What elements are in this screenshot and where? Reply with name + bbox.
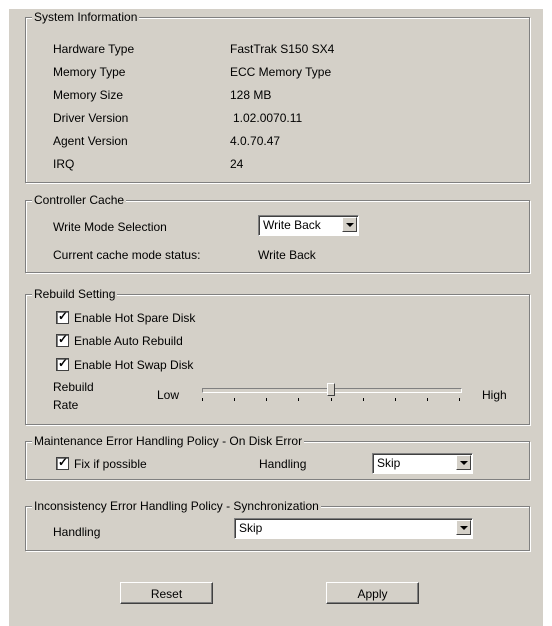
rebuild-rate-high-label: High xyxy=(482,388,507,402)
reset-button[interactable]: Reset xyxy=(120,582,213,604)
maintenance-policy-group: Maintenance Error Handling Policy - On D… xyxy=(25,434,530,480)
irq-label: IRQ xyxy=(53,157,75,171)
hot-spare-label: Enable Hot Spare Disk xyxy=(74,311,196,325)
cache-status-value: Write Back xyxy=(258,248,316,262)
maintenance-handling-label: Handling xyxy=(259,457,307,471)
driver-version-value: 1.02.0070.11 xyxy=(233,111,303,125)
auto-rebuild-checkbox[interactable]: ✓ xyxy=(56,332,69,347)
rebuild-rate-label-line1: Rebuild xyxy=(53,380,94,394)
chevron-down-icon[interactable] xyxy=(456,455,471,470)
memory-type-label: Memory Type xyxy=(53,65,126,79)
memory-type-value: ECC Memory Type xyxy=(230,65,332,79)
inconsistency-handling-label: Handling xyxy=(53,525,101,539)
controller-cache-group: Controller Cache Write Mode Selection Wr… xyxy=(25,193,530,273)
slider-tick xyxy=(459,398,460,401)
agent-version-label: Agent Version xyxy=(53,134,128,148)
inconsistency-handling-select-value: Skip xyxy=(239,521,263,535)
slider-tick xyxy=(427,398,428,401)
rebuild-setting-legend: Rebuild Setting xyxy=(32,287,118,301)
checkmark-icon: ✓ xyxy=(58,455,69,469)
system-information-legend: System Information xyxy=(32,10,140,24)
controller-cache-legend: Controller Cache xyxy=(32,193,127,207)
rebuild-rate-slider[interactable] xyxy=(202,383,464,407)
write-mode-label: Write Mode Selection xyxy=(53,220,167,234)
chevron-down-icon[interactable] xyxy=(456,520,471,535)
driver-version-label: Driver Version xyxy=(53,111,129,125)
rebuild-rate-low-label: Low xyxy=(157,388,180,402)
chevron-down-icon[interactable] xyxy=(342,217,357,232)
apply-button[interactable]: Apply xyxy=(326,582,419,604)
settings-panel: System Information Hardware Type FastTra… xyxy=(9,9,543,626)
checkmark-icon: ✓ xyxy=(58,356,69,370)
slider-tick xyxy=(363,398,364,401)
agent-version-value: 4.0.70.47 xyxy=(230,134,281,148)
write-mode-select-value: Write Back xyxy=(263,218,321,232)
auto-rebuild-label: Enable Auto Rebuild xyxy=(74,334,183,348)
maintenance-policy-legend: Maintenance Error Handling Policy - On D… xyxy=(32,434,305,448)
checkmark-icon: ✓ xyxy=(58,309,69,323)
rebuild-rate-label-line2: Rate xyxy=(53,398,79,412)
inconsistency-policy-group: Inconsistency Error Handling Policy - Sy… xyxy=(25,499,530,551)
slider-tick xyxy=(202,398,203,401)
cache-status-label: Current cache mode status: xyxy=(53,248,201,262)
fix-if-possible-label: Fix if possible xyxy=(74,457,147,471)
slider-tick xyxy=(298,398,299,401)
maintenance-handling-select[interactable]: Skip xyxy=(372,453,473,474)
hot-swap-label: Enable Hot Swap Disk xyxy=(74,358,194,372)
hot-swap-checkbox[interactable]: ✓ xyxy=(56,356,69,371)
maintenance-handling-select-value: Skip xyxy=(377,456,401,470)
slider-tick xyxy=(395,398,396,401)
write-mode-select[interactable]: Write Back xyxy=(258,215,359,236)
inconsistency-policy-legend: Inconsistency Error Handling Policy - Sy… xyxy=(32,499,321,513)
hardware-type-value: FastTrak S150 SX4 xyxy=(230,42,335,56)
memory-size-label: Memory Size xyxy=(53,88,124,102)
fix-if-possible-checkbox[interactable]: ✓ xyxy=(56,455,69,470)
hardware-type-label: Hardware Type xyxy=(53,42,135,56)
slider-tick xyxy=(234,398,235,401)
slider-tick xyxy=(266,398,267,401)
system-information-group: System Information Hardware Type FastTra… xyxy=(25,10,530,183)
irq-value: 24 xyxy=(230,157,244,171)
checkmark-icon: ✓ xyxy=(58,332,69,346)
memory-size-value: 128 MB xyxy=(230,88,272,102)
rebuild-rate-slider-thumb[interactable] xyxy=(327,383,335,396)
slider-tick xyxy=(331,398,332,401)
inconsistency-handling-select[interactable]: Skip xyxy=(234,518,473,539)
rebuild-setting-group: Rebuild Setting ✓ Enable Hot Spare Disk … xyxy=(25,287,530,425)
hot-spare-checkbox[interactable]: ✓ xyxy=(56,309,69,324)
